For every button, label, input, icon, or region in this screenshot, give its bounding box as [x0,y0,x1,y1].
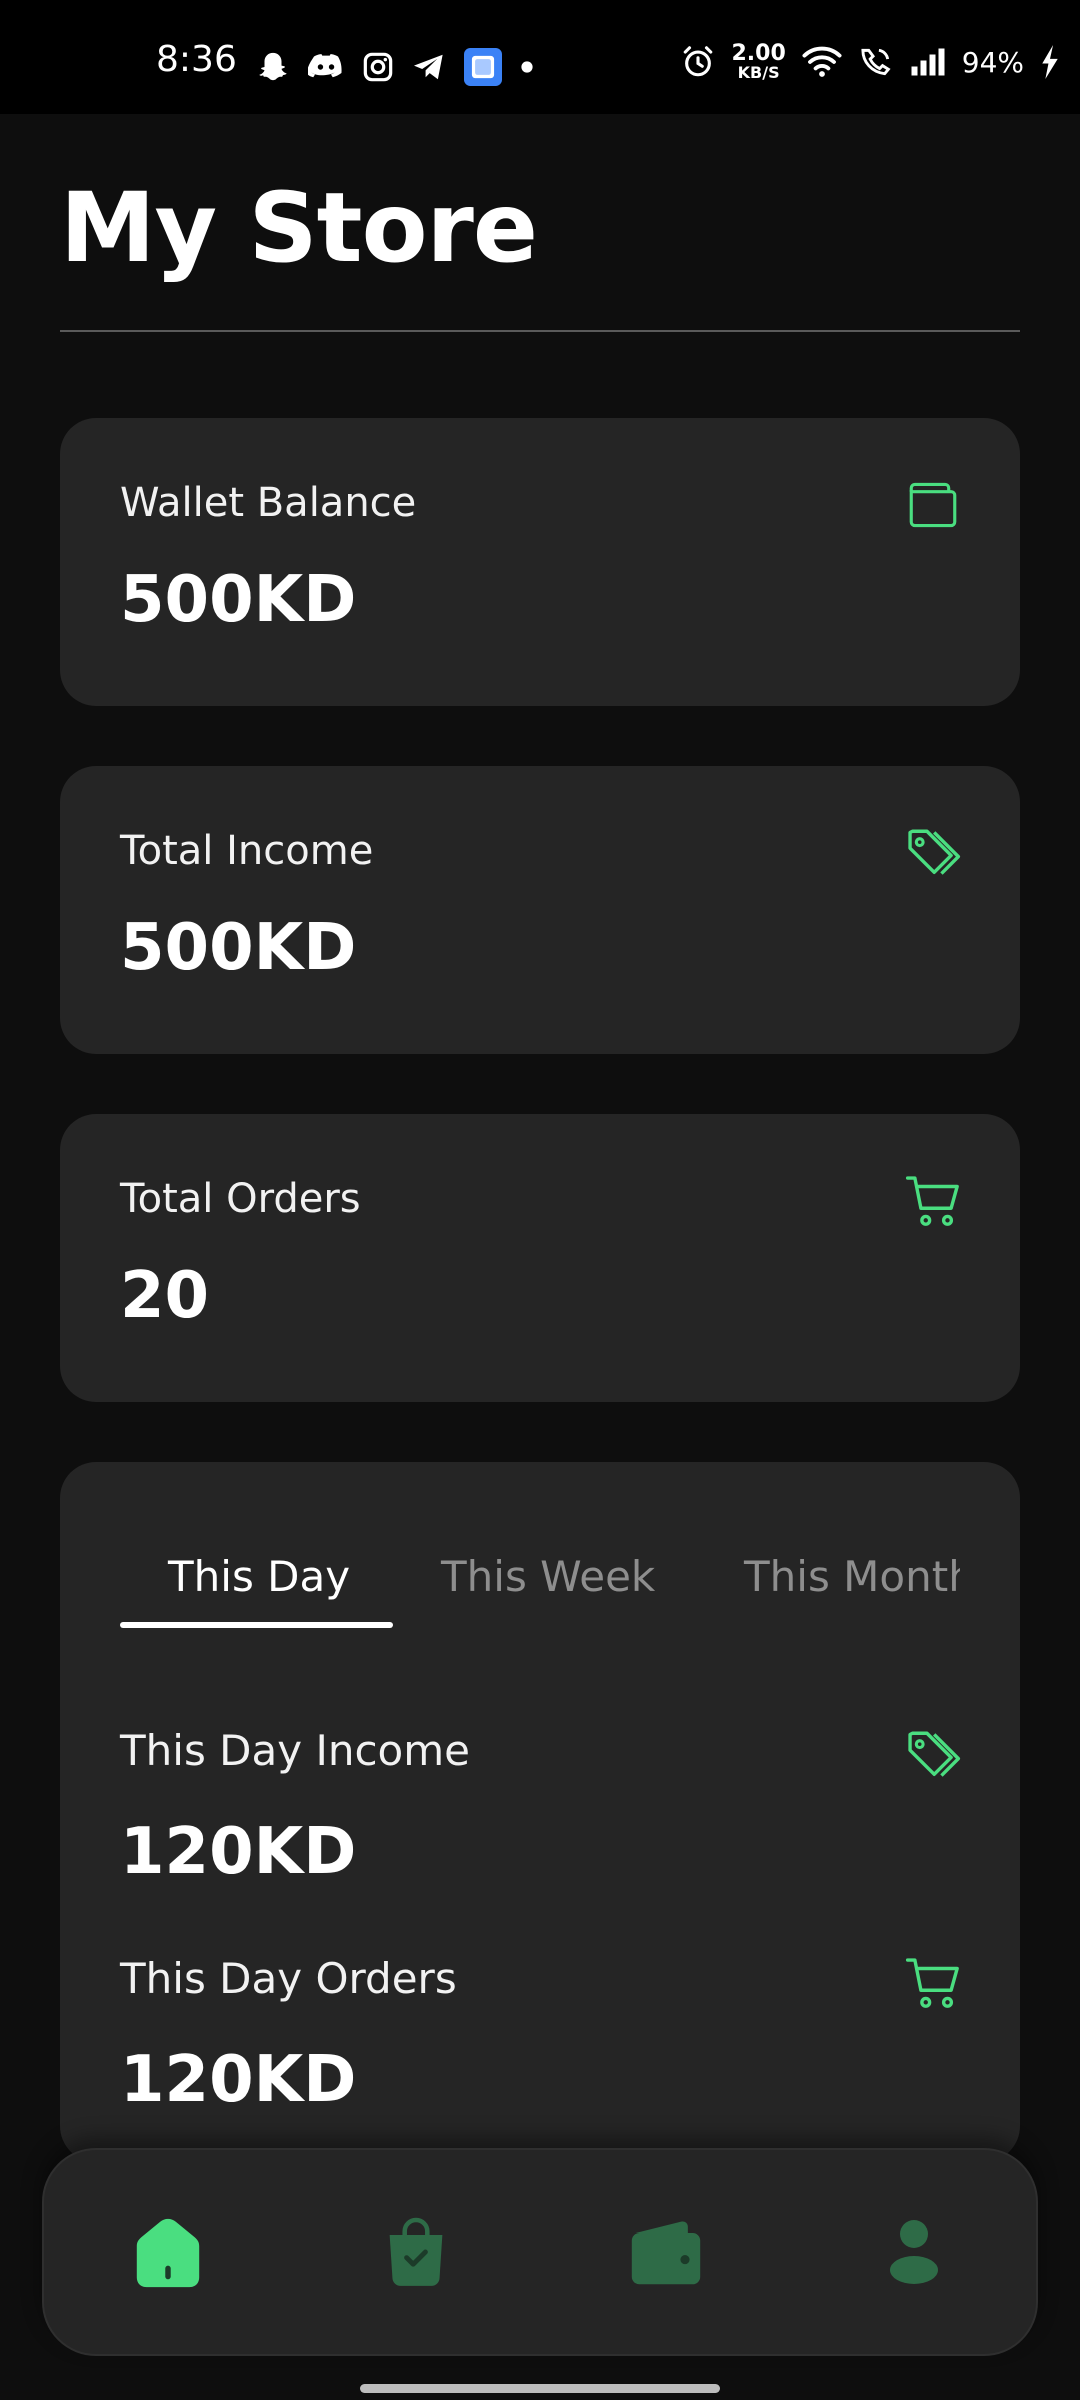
bottom-navigation [42,2148,1038,2356]
wallet-icon [631,2221,701,2285]
wifi-call-icon [861,48,891,76]
tag-icon [908,829,961,875]
dot-icon [521,61,533,73]
status-bar: 8:36 2.00 KB/S 94% [0,0,1080,114]
title-divider [60,330,1020,332]
status-time: 8:36 [156,39,237,80]
telegram-icon [414,54,443,80]
total-orders-value: 20 [120,1259,210,1333]
profile-icon [890,2220,938,2284]
system-icons: 2.00 KB/S 94% [681,41,1060,82]
cart-icon [905,1176,959,1226]
net-speed: 2.00 KB/S [731,41,786,82]
wifi-icon [802,46,842,77]
battery-percent: 94% [961,45,1024,79]
day-income-value: 120KD [120,1815,357,1889]
wallet-balance-card[interactable]: Wallet Balance 500KD [60,418,1020,706]
alarm-icon [684,46,713,77]
total-income-label: Total Income [120,828,374,874]
tag-icon [908,1731,961,1777]
shopping-bag-icon [389,2217,443,2286]
total-orders-label: Total Orders [120,1176,361,1222]
day-orders-label: This Day Orders [120,1954,457,2003]
wallet-balance-label: Wallet Balance [120,480,417,526]
active-tab-indicator [120,1622,393,1628]
nav-wallet[interactable] [624,2210,708,2294]
nav-home[interactable] [126,2210,210,2294]
wallet-balance-value: 500KD [120,563,357,637]
signal-icon [911,48,945,76]
day-income-label: This Day Income [120,1726,471,1775]
home-indicator[interactable] [360,2384,720,2393]
nav-orders[interactable] [374,2210,458,2294]
tab-this-month[interactable]: This Month [744,1552,960,1601]
instagram-icon [363,52,393,82]
day-orders-value: 120KD [120,2043,357,2117]
period-stats-panel: This Day This Week This Month This Day I… [60,1462,1020,2162]
discord-icon [308,54,342,78]
tab-this-week[interactable]: This Week [441,1552,655,1601]
snapchat-icon [259,52,287,81]
cart-icon [905,1958,959,2008]
nav-profile[interactable] [872,2210,956,2294]
charging-icon [1042,45,1058,80]
wallet-icon [909,482,957,528]
total-income-card[interactable]: Total Income 500KD [60,766,1020,1054]
app-icon [464,48,502,86]
total-orders-card[interactable]: Total Orders 20 [60,1114,1020,1402]
tab-this-day[interactable]: This Day [168,1552,350,1601]
home-icon [136,2218,200,2288]
period-tabs: This Day This Week This Month [120,1522,960,1628]
page-title: My Store [60,172,538,284]
total-income-value: 500KD [120,911,357,985]
notification-icons [256,48,534,86]
